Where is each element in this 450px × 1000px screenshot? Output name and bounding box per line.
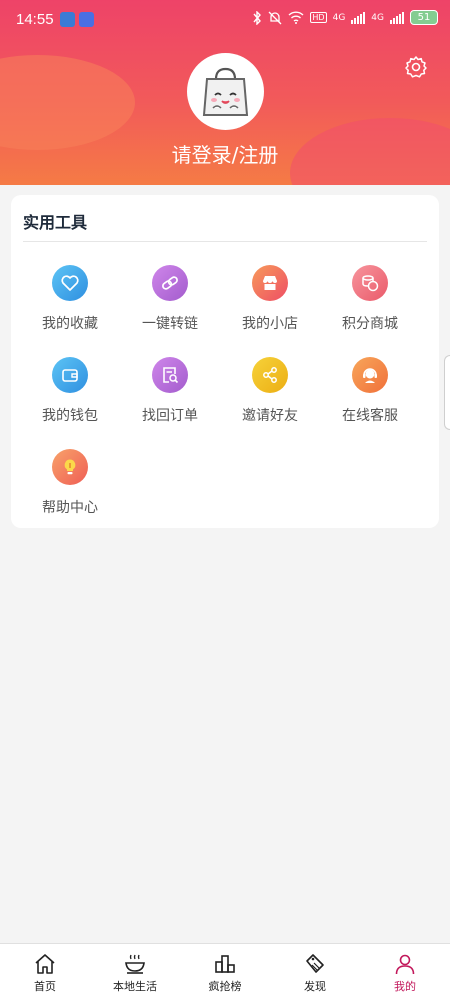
lightbulb-icon bbox=[52, 449, 88, 485]
order-search-icon bbox=[152, 357, 188, 393]
tab-label: 疯抢榜 bbox=[208, 980, 242, 993]
tab-label: 发现 bbox=[304, 980, 326, 993]
coffee-cup-icon bbox=[125, 954, 145, 974]
avatar[interactable] bbox=[187, 53, 264, 130]
signal-icon bbox=[390, 11, 404, 24]
tool-label: 我的钱包 bbox=[42, 408, 98, 424]
mute-bell-icon bbox=[268, 11, 282, 24]
tool-wallet[interactable]: 我的钱包 bbox=[20, 357, 120, 425]
heart-icon bbox=[52, 265, 88, 301]
battery-level: 51 bbox=[417, 12, 431, 23]
tab-ranking[interactable]: 疯抢榜 bbox=[180, 944, 270, 1000]
status-time: 14:55 bbox=[16, 11, 54, 28]
tag-icon bbox=[306, 954, 324, 973]
tool-label: 帮助中心 bbox=[42, 500, 98, 516]
tool-label: 找回订单 bbox=[142, 408, 198, 424]
status-icons: HD 4G 4G 51 bbox=[252, 10, 438, 25]
tool-find-order[interactable]: 找回订单 bbox=[120, 357, 220, 425]
tool-label: 邀请好友 bbox=[242, 408, 298, 424]
side-drawer-handle[interactable] bbox=[444, 355, 450, 430]
customer-service-icon bbox=[352, 357, 388, 393]
tool-label: 积分商城 bbox=[342, 316, 398, 332]
tab-home[interactable]: 首页 bbox=[0, 944, 90, 1000]
battery-icon: 51 bbox=[410, 10, 438, 25]
tab-label: 本地生活 bbox=[113, 980, 157, 993]
tab-local-life[interactable]: 本地生活 bbox=[90, 944, 180, 1000]
divider bbox=[23, 241, 427, 242]
tool-convert-link[interactable]: 一键转链 bbox=[120, 265, 220, 333]
link-icon bbox=[152, 265, 188, 301]
tool-label: 在线客服 bbox=[342, 408, 398, 424]
tab-label: 我的 bbox=[394, 980, 416, 993]
bottom-tab-bar: 首页 本地生活 疯抢榜 发现 我的 bbox=[0, 943, 450, 1000]
tool-invite-friends[interactable]: 邀请好友 bbox=[220, 357, 320, 425]
tool-points-mall[interactable]: 积分商城 bbox=[320, 265, 420, 333]
tool-label: 我的小店 bbox=[242, 316, 298, 332]
bluetooth-icon bbox=[253, 10, 262, 25]
tab-discover[interactable]: 发现 bbox=[270, 944, 360, 1000]
ranking-icon bbox=[215, 955, 235, 973]
profile-header: 14:55 HD 4G 4G 51 请登录/注册 bbox=[0, 0, 450, 185]
share-icon bbox=[252, 357, 288, 393]
tab-label: 首页 bbox=[34, 980, 56, 993]
status-bar: 14:55 HD 4G 4G 51 bbox=[0, 0, 450, 40]
home-icon bbox=[35, 954, 55, 974]
settings-gear-icon[interactable] bbox=[404, 55, 428, 79]
tool-help-center[interactable]: 帮助中心 bbox=[20, 449, 120, 517]
tab-mine[interactable]: 我的 bbox=[360, 944, 450, 1000]
tools-grid: 我的收藏 一键转链 我的小店 积分商城 我的钱包 找回订单 邀请好友 在线客服 … bbox=[11, 265, 439, 517]
shopping-bag-mascot-icon bbox=[202, 67, 249, 116]
user-icon bbox=[395, 954, 415, 975]
tool-my-shop[interactable]: 我的小店 bbox=[220, 265, 320, 333]
header-decoration bbox=[0, 55, 135, 150]
network-4g-label: 4G bbox=[332, 12, 346, 23]
tool-favorites[interactable]: 我的收藏 bbox=[20, 265, 120, 333]
network-4g-label: 4G bbox=[371, 12, 384, 23]
shop-icon bbox=[252, 265, 288, 301]
notification-app-icon bbox=[79, 12, 94, 27]
notification-app-icon bbox=[60, 12, 75, 27]
tools-title: 实用工具 bbox=[23, 213, 88, 232]
tools-card: 实用工具 我的收藏 一键转链 我的小店 积分商城 我的钱包 找回订单 邀请好友 … bbox=[11, 195, 439, 528]
login-register-link[interactable]: 请登录/注册 bbox=[0, 139, 450, 168]
coins-icon bbox=[352, 265, 388, 301]
tool-label: 一键转链 bbox=[142, 316, 198, 332]
signal-icon bbox=[351, 11, 366, 24]
wallet-icon bbox=[52, 357, 88, 393]
tool-online-service[interactable]: 在线客服 bbox=[320, 357, 420, 425]
tool-label: 我的收藏 bbox=[42, 316, 98, 332]
hd-indicator: HD bbox=[310, 12, 327, 23]
wifi-icon bbox=[288, 11, 304, 24]
